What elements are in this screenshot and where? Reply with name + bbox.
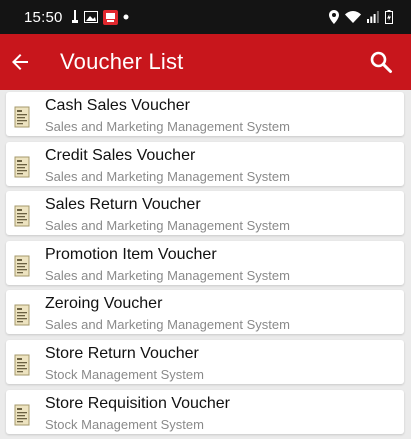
voucher-system: Stock Management System (45, 416, 204, 432)
voucher-system: Sales and Marketing Management System (45, 119, 290, 134)
voucher-item[interactable]: Zeroing Voucher Sales and Marketing Manag… (6, 290, 404, 335)
search-button[interactable] (359, 40, 403, 84)
usb-icon (71, 10, 79, 24)
voucher-title: Credit Sales Voucher (45, 146, 196, 164)
voucher-item[interactable]: Store Return Voucher Stock Management Sys… (6, 340, 404, 384)
dot-icon (123, 14, 129, 20)
wifi-icon (345, 11, 361, 23)
app-notification-icon (102, 9, 118, 25)
back-button[interactable] (0, 42, 40, 82)
image-icon (83, 11, 98, 23)
voucher-document-icon (12, 156, 32, 178)
voucher-document-icon (12, 205, 32, 227)
status-right-icons (329, 10, 393, 24)
voucher-item[interactable]: Promotion Item Voucher Sales and Marketin… (6, 240, 404, 285)
voucher-system: Sales and Marketing Management System (45, 317, 290, 333)
voucher-item[interactable]: Sales Return Voucher Sales and Marketing … (6, 191, 404, 236)
voucher-title: Store Requisition Voucher (45, 394, 230, 412)
status-bar: 15:50 (0, 0, 411, 34)
voucher-system: Sales and Marketing Management System (45, 168, 290, 184)
voucher-document-icon (12, 255, 32, 277)
voucher-system: Stock Management System (45, 367, 204, 382)
voucher-document-icon (12, 404, 32, 426)
status-left-icons (71, 9, 129, 25)
voucher-document-icon (12, 354, 32, 376)
app-bar: Voucher List (0, 34, 411, 90)
voucher-title: Sales Return Voucher (45, 196, 201, 214)
voucher-title: Store Return Voucher (45, 345, 199, 362)
back-arrow-icon (11, 53, 29, 71)
voucher-system: Sales and Marketing Management System (45, 218, 290, 234)
search-icon (369, 50, 393, 74)
location-icon (329, 10, 339, 24)
voucher-system: Sales and Marketing Management System (45, 267, 290, 283)
status-time: 15:50 (24, 8, 63, 26)
signal-icon (367, 11, 379, 23)
page-title: Voucher List (60, 49, 184, 74)
voucher-document-icon (12, 304, 32, 326)
voucher-item[interactable]: Credit Sales Voucher Sales and Marketing … (6, 141, 404, 186)
voucher-title: Cash Sales Voucher (45, 97, 190, 114)
voucher-title: Promotion Item Voucher (45, 245, 217, 263)
voucher-title: Zeroing Voucher (45, 295, 163, 313)
voucher-item[interactable]: Store Requisition Voucher Stock Managemen… (6, 389, 404, 434)
voucher-document-icon (12, 106, 32, 128)
battery-icon (385, 10, 393, 24)
voucher-item[interactable]: Cash Sales Voucher Sales and Marketing Ma… (6, 92, 404, 136)
